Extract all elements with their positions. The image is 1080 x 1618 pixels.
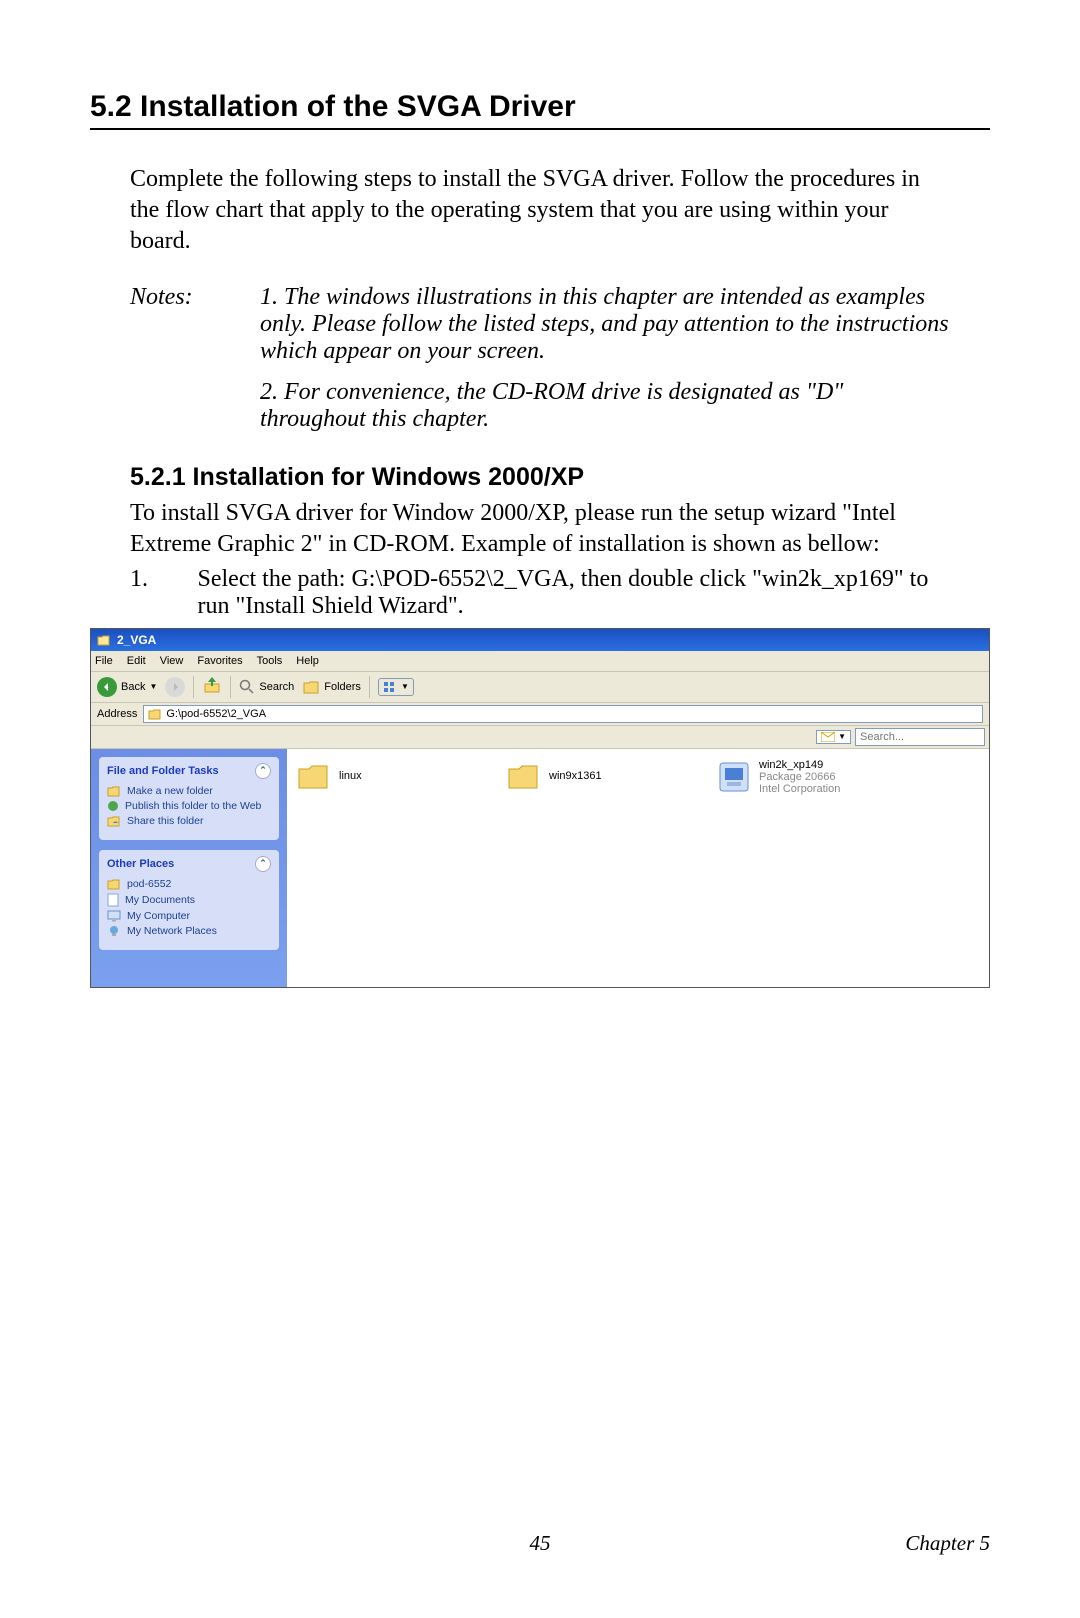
page-footer: 45 Chapter 5 [90,1531,990,1556]
address-field[interactable]: G:\pod-6552\2_VGA [143,705,983,723]
collapse-icon[interactable]: ⌃ [255,856,271,872]
other-places-box: Other Places ⌃ pod-6552 My Documents My … [99,850,279,950]
window-titlebar[interactable]: 2_VGA [91,629,989,651]
address-bar: Address G:\pod-6552\2_VGA [91,703,989,726]
chevron-down-icon: ▼ [838,732,846,741]
folder-icon [297,759,331,793]
folder-icon [107,878,121,890]
file-folder-tasks-box: File and Folder Tasks ⌃ Make a new folde… [99,757,279,840]
explorer-content: File and Folder Tasks ⌃ Make a new folde… [91,749,989,987]
menu-edit[interactable]: Edit [127,655,146,667]
file-meta-1: Package 20666 [759,771,840,783]
menubar: File Edit View Favorites Tools Help [91,651,989,672]
files-pane: linux win9x1361 win2k_xp149 Package 2066… [287,749,989,987]
notes-block: Notes: 1. The windows illustrations in t… [130,284,950,433]
back-arrow-icon [97,677,117,697]
chevron-down-icon: ▼ [149,682,157,691]
section-heading: 5.2 Installation of the SVGA Driver [90,90,990,130]
address-path: G:\pod-6552\2_VGA [166,708,266,720]
folders-icon [302,679,320,695]
collapse-icon[interactable]: ⌃ [255,763,271,779]
documents-icon [107,893,119,907]
menu-tools[interactable]: Tools [257,655,283,667]
tasks-box1-title: File and Folder Tasks [107,765,219,777]
file-meta-2: Intel Corporation [759,783,840,795]
subsection-intro: To install SVGA driver for Window 2000/X… [130,498,950,560]
step-number: 1. [130,566,168,620]
new-folder-icon [107,785,121,797]
my-documents-link[interactable]: My Documents [107,893,271,907]
address-label: Address [97,708,137,720]
computer-icon [107,910,121,922]
publish-folder-link[interactable]: Publish this folder to the Web [107,800,271,812]
folders-button[interactable]: Folders [302,679,361,695]
step-text: Select the path: G:\POD-6552\2_VGA, then… [198,566,950,620]
forward-button[interactable] [165,677,185,697]
subsection-heading: 5.2.1 Installation for Windows 2000/XP [130,463,990,492]
folder-icon [148,708,162,720]
toolbar-separator [230,676,231,698]
toolbar: Back ▼ Search Folders ▼ [91,672,989,703]
explorer-window: 2_VGA File Edit View Favorites Tools Hel… [90,628,990,988]
menu-favorites[interactable]: Favorites [197,655,242,667]
network-icon [107,925,121,937]
globe-icon [107,800,119,812]
notes-label: Notes: [130,284,220,433]
note-1: 1. The windows illustrations in this cha… [260,284,950,365]
share-icon [107,815,121,827]
toolbar-separator [193,676,194,698]
page-number: 45 [530,1531,551,1556]
views-icon [383,681,397,693]
intro-text: Complete the following steps to install … [130,164,950,258]
search-input[interactable] [855,728,985,746]
views-button[interactable]: ▼ [378,678,414,696]
my-computer-link[interactable]: My Computer [107,910,271,922]
step-1: 1. Select the path: G:\POD-6552\2_VGA, t… [130,566,950,620]
toolbar-separator [369,676,370,698]
menu-file[interactable]: File [95,655,113,667]
mail-icon [821,732,835,742]
folder-open-icon [97,634,111,646]
folder-linux[interactable]: linux [297,759,477,793]
window-title: 2_VGA [117,633,156,647]
file-name: win2k_xp149 [759,759,840,771]
installer-win2kxp149[interactable]: win2k_xp149 Package 20666 Intel Corporat… [717,759,907,795]
tasks-box2-title: Other Places [107,858,174,870]
chevron-down-icon: ▼ [401,682,409,691]
menu-help[interactable]: Help [296,655,319,667]
pod-6552-link[interactable]: pod-6552 [107,878,271,890]
chapter-label: Chapter 5 [905,1531,990,1556]
make-new-folder-link[interactable]: Make a new folder [107,785,271,797]
note-2: 2. For convenience, the CD-ROM drive is … [260,379,950,433]
folder-win9x1361[interactable]: win9x1361 [507,759,687,793]
share-folder-link[interactable]: Share this folder [107,815,271,827]
search-icon [239,679,255,695]
tasks-pane: File and Folder Tasks ⌃ Make a new folde… [91,749,287,987]
mail-button[interactable]: ▼ [816,730,851,744]
back-button[interactable]: Back ▼ [97,677,157,697]
menu-view[interactable]: View [160,655,184,667]
search-button[interactable]: Search [239,679,294,695]
network-places-link[interactable]: My Network Places [107,925,271,937]
search-bar: ▼ [91,726,989,749]
folder-icon [507,759,541,793]
up-button[interactable] [202,675,222,698]
installer-icon [717,760,751,794]
